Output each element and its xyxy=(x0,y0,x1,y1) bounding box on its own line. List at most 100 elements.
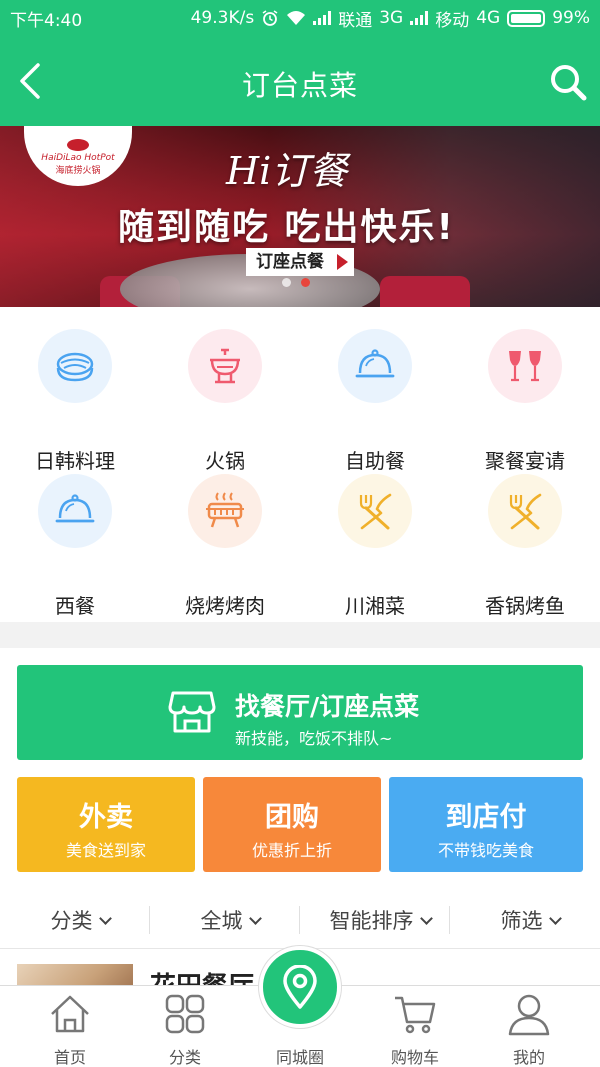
group-buy-tile[interactable]: 团购 优惠折上折 xyxy=(203,777,381,872)
category-item[interactable]: 西餐 xyxy=(0,474,150,618)
banner-headline: Hi订餐 xyxy=(226,149,348,193)
banner-chair-decor xyxy=(380,276,470,307)
brand-name-cn: 海底捞火锅 xyxy=(55,166,101,176)
filter-divider xyxy=(449,906,450,934)
category-label: 西餐 xyxy=(55,594,95,618)
search-icon[interactable] xyxy=(548,62,588,102)
tab-category[interactable]: 分类 xyxy=(125,986,245,1067)
find-restaurant-button[interactable]: 找餐厅/订座点菜 新技能，吃饭不排队~ xyxy=(17,665,583,760)
pay-in-store-tile[interactable]: 到店付 不带钱吃美食 xyxy=(389,777,583,872)
play-arrow-icon xyxy=(337,254,348,270)
category-label: 日韩料理 xyxy=(35,449,115,473)
category-item[interactable]: 日韩料理 xyxy=(0,329,150,473)
category-label: 川湘菜 xyxy=(345,594,405,618)
chevron-down-icon xyxy=(548,912,562,925)
user-icon xyxy=(508,994,550,1036)
status-time: 下午4:40 xyxy=(10,10,83,31)
tab-cart-label: 购物车 xyxy=(390,1048,439,1067)
carrier-2: 移动 xyxy=(435,10,470,31)
food-cloche-icon xyxy=(55,494,95,523)
fork-knife-icon xyxy=(359,493,392,530)
chevron-down-icon xyxy=(419,912,433,925)
category-icon-bg xyxy=(488,329,562,403)
tab-mine-label: 我的 xyxy=(512,1048,545,1067)
sushi-icon xyxy=(56,352,94,382)
filter-bar: 分类 全城 智能排序 筛选 xyxy=(0,891,600,949)
category-icon-bg xyxy=(38,329,112,403)
find-restaurant-title: 找餐厅/订座点菜 xyxy=(235,692,420,721)
battery-percent: 99% xyxy=(552,8,590,28)
filter-screen-label: 筛选 xyxy=(500,909,543,933)
location-fab-button[interactable] xyxy=(259,946,341,1028)
filter-area[interactable]: 全城 xyxy=(155,905,305,935)
pay-in-store-title: 到店付 xyxy=(445,802,527,833)
banner-book-button-label: 订座点餐 xyxy=(256,252,324,272)
fork-knife-icon xyxy=(509,493,542,530)
takeaway-title: 外卖 xyxy=(79,802,133,833)
pay-in-store-subtitle: 不带钱吃美食 xyxy=(437,841,534,860)
tab-cart[interactable]: 购物车 xyxy=(355,986,475,1067)
category-icon-bg xyxy=(188,329,262,403)
filter-area-label: 全城 xyxy=(200,909,243,933)
category-item[interactable]: 火锅 xyxy=(150,329,300,473)
grill-icon xyxy=(206,492,244,528)
carrier-1: 联通 xyxy=(338,10,373,31)
chevron-down-icon xyxy=(98,912,112,925)
category-icon-bg xyxy=(188,474,262,548)
category-label: 聚餐宴请 xyxy=(485,449,565,473)
filter-category[interactable]: 分类 xyxy=(5,905,155,935)
signal-icon-1 xyxy=(313,11,332,25)
category-label: 香锅烤鱼 xyxy=(485,594,565,618)
category-item[interactable]: 聚餐宴请 xyxy=(450,329,600,473)
find-restaurant-subtitle: 新技能，吃饭不排队~ xyxy=(235,729,393,748)
pagination-dot[interactable] xyxy=(282,278,291,287)
banner-pagination xyxy=(282,278,310,287)
category-icon-bg xyxy=(338,474,412,548)
category-icon-bg xyxy=(338,329,412,403)
group-buy-title: 团购 xyxy=(265,802,319,833)
network-type-2: 4G xyxy=(476,8,501,28)
category-icon-bg xyxy=(488,474,562,548)
pagination-dot-active[interactable] xyxy=(301,278,310,287)
tab-home[interactable]: 首页 xyxy=(10,986,130,1067)
battery-icon xyxy=(507,9,546,27)
location-pin-icon xyxy=(283,965,317,1009)
takeaway-tile[interactable]: 外卖 美食送到家 xyxy=(17,777,195,872)
app-header: 订台点菜 xyxy=(0,36,600,126)
category-item[interactable]: 香锅烤鱼 xyxy=(450,474,600,618)
filter-divider xyxy=(299,906,300,934)
banner-slogan: 随到随吃 吃出快乐! xyxy=(118,207,455,248)
filter-category-label: 分类 xyxy=(50,909,93,933)
category-item[interactable]: 川湘菜 xyxy=(300,474,450,618)
storefront-icon xyxy=(168,691,216,733)
filter-sort-label: 智能排序 xyxy=(329,909,414,933)
tab-home-label: 首页 xyxy=(53,1048,86,1067)
promo-banner[interactable]: HaiDiLao HotPot 海底捞火锅 Hi订餐 随到随吃 吃出快乐! 订座… xyxy=(0,126,600,307)
category-grid: 日韩料理 火锅 自助餐 聚餐宴请西餐 烧烤烤肉 川湘菜 香锅烤鱼 xyxy=(0,307,600,622)
section-divider xyxy=(0,622,600,648)
filter-screen[interactable]: 筛选 xyxy=(455,905,600,935)
banner-book-button[interactable]: 订座点餐 xyxy=(246,248,354,276)
brand-name-latin: HaiDiLao HotPot xyxy=(41,153,115,163)
group-buy-subtitle: 优惠折上折 xyxy=(251,841,332,860)
wine-glasses-icon xyxy=(509,351,541,382)
takeaway-subtitle: 美食送到家 xyxy=(65,841,146,860)
cart-icon xyxy=(395,996,436,1034)
network-speed: 49.3K/s xyxy=(190,8,255,28)
network-type-1: 3G xyxy=(379,8,404,28)
grid-icon xyxy=(165,994,205,1034)
food-cloche-icon xyxy=(355,349,395,378)
alarm-icon xyxy=(262,10,278,26)
category-label: 自助餐 xyxy=(345,449,405,473)
status-bar: 下午4:40 49.3K/s 联通 3G 移动 4G 99% xyxy=(0,0,600,36)
home-icon xyxy=(51,995,89,1033)
filter-sort[interactable]: 智能排序 xyxy=(305,905,455,935)
hotpot-icon xyxy=(210,348,240,384)
brand-logo-mark xyxy=(67,139,89,151)
category-item[interactable]: 烧烤烤肉 xyxy=(150,474,300,618)
tab-local-circle-label: 同城圈 xyxy=(275,1048,324,1067)
page-title: 订台点菜 xyxy=(241,69,358,102)
category-item[interactable]: 自助餐 xyxy=(300,329,450,473)
app-screen: 下午4:40 49.3K/s 联通 3G 移动 4G 99% 订台点菜 HaiD… xyxy=(0,0,600,1067)
tab-mine[interactable]: 我的 xyxy=(469,986,589,1067)
